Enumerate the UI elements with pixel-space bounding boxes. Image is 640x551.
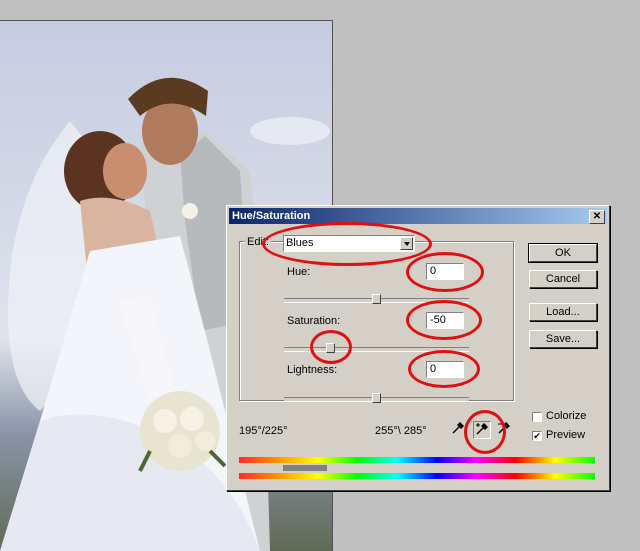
annotation-circle-edit bbox=[262, 222, 432, 266]
cancel-button[interactable]: Cancel bbox=[529, 270, 597, 288]
lightness-slider-thumb[interactable] bbox=[372, 393, 381, 403]
preview-label: Preview bbox=[546, 429, 586, 441]
save-button[interactable]: Save... bbox=[529, 330, 597, 348]
close-icon[interactable]: ✕ bbox=[589, 210, 605, 224]
hue-label: Hue: bbox=[287, 266, 311, 278]
dialog-title: Hue/Saturation bbox=[232, 210, 311, 222]
annotation-circle-saturation-thumb bbox=[310, 330, 352, 364]
annotation-circle-hue bbox=[406, 252, 484, 292]
colorize-checkbox[interactable] bbox=[532, 412, 542, 422]
color-range-slider[interactable] bbox=[239, 464, 595, 472]
color-range-selection[interactable] bbox=[283, 465, 327, 471]
input-color-bar bbox=[239, 457, 595, 463]
dialog-titlebar: Hue/Saturation ✕ bbox=[229, 208, 607, 224]
saturation-label: Saturation: bbox=[287, 315, 341, 327]
output-color-bar bbox=[239, 473, 595, 479]
load-button[interactable]: Load... bbox=[529, 303, 597, 321]
colorize-label: Colorize bbox=[546, 410, 587, 422]
hue-slider-thumb[interactable] bbox=[372, 294, 381, 304]
range-left-text: 195°/225° bbox=[239, 425, 288, 437]
annotation-circle-lightness bbox=[408, 350, 480, 388]
ok-button[interactable]: OK bbox=[528, 243, 598, 263]
annotation-circle-saturation bbox=[406, 300, 482, 340]
preview-checkbox[interactable]: ✔ bbox=[532, 431, 542, 441]
lightness-label: Lightness: bbox=[287, 364, 338, 376]
annotation-circle-eyedropper bbox=[464, 410, 506, 454]
range-right-text: 255°\ 285° bbox=[375, 425, 427, 437]
